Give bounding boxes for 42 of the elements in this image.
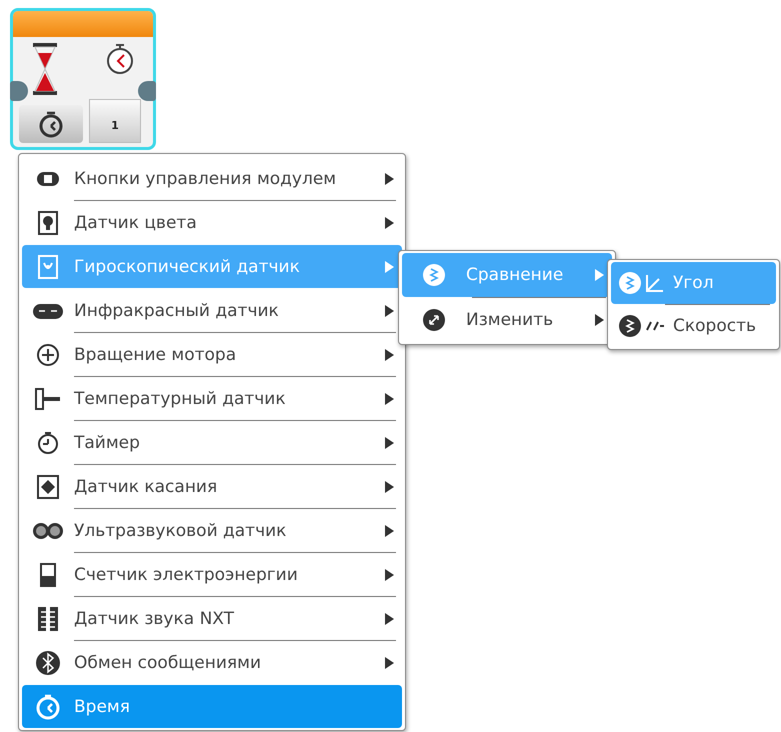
- menu-item[interactable]: Изменить: [402, 298, 612, 342]
- menu-item[interactable]: Скорость: [611, 305, 776, 347]
- menu-item[interactable]: Датчик звука NXT: [22, 597, 402, 640]
- wave-circle-icon: [423, 264, 445, 286]
- menu-item[interactable]: Датчик цвета: [22, 201, 402, 244]
- menu-item[interactable]: Таймер: [22, 421, 402, 464]
- menu-item[interactable]: Ультразвуковой датчик: [22, 509, 402, 552]
- port-value[interactable]: 1: [89, 99, 141, 143]
- mode-selector-button[interactable]: [19, 105, 83, 143]
- submenu-arrow-icon: [385, 216, 394, 228]
- submenu-arrow-icon: [595, 314, 604, 326]
- stopwatch-icon: [38, 110, 64, 138]
- bluetooth-icon: [33, 650, 63, 676]
- menu-item[interactable]: Кнопки управления модулем: [22, 157, 402, 200]
- submenu-arrow-icon: [385, 304, 394, 316]
- menu-item[interactable]: Температурный датчик: [22, 377, 402, 420]
- stopwatch-icon: [105, 43, 135, 75]
- menu-item[interactable]: Инфракрасный датчик: [22, 289, 402, 332]
- angle-icon: [645, 273, 665, 293]
- submenu-arrow-icon: [385, 524, 394, 536]
- submenu-arrow-icon: [385, 348, 394, 360]
- menu-item[interactable]: Счетчик электроэнергии: [22, 553, 402, 596]
- menu-item[interactable]: Датчик касания: [22, 465, 402, 508]
- wave-circle-icon: [619, 272, 641, 294]
- hourglass-icon: [33, 43, 57, 95]
- thermometer-icon: [33, 386, 63, 412]
- menu-item[interactable]: Вращение мотора: [22, 333, 402, 376]
- submenu-arrow-icon: [385, 172, 394, 184]
- resize-arrows-icon: [423, 309, 445, 331]
- submenu-arrow-icon: [595, 269, 604, 281]
- wave-circle-icon: [619, 315, 641, 337]
- submenu-arrow-icon: [385, 568, 394, 580]
- timer-block[interactable]: 1: [10, 8, 156, 150]
- submenu-arrow-icon: [385, 612, 394, 624]
- submenu-arrow-icon: [385, 436, 394, 448]
- submenu-arrow-icon: [385, 656, 394, 668]
- sequence-input-port: [10, 81, 28, 101]
- submenu-arrow-icon: [385, 260, 394, 272]
- submenu-arrow-icon: [385, 480, 394, 492]
- menu-item[interactable]: Обмен сообщениями: [22, 641, 402, 684]
- sequence-output-port: [138, 81, 156, 101]
- submenu-arrow-icon: [385, 392, 394, 404]
